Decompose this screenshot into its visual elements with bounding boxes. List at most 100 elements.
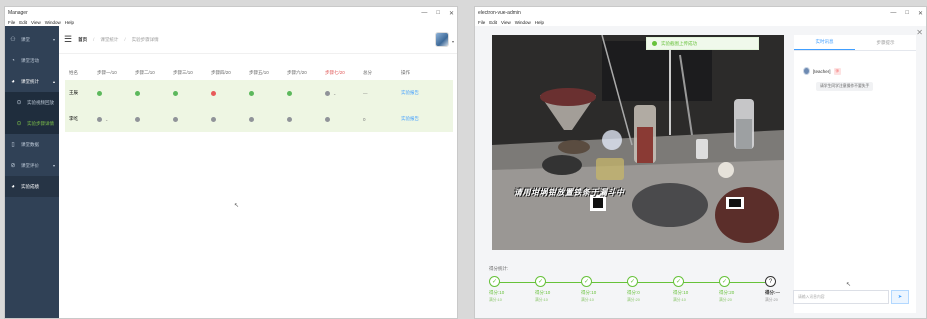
check-icon: ✓ — [489, 276, 500, 287]
menu-edit[interactable]: Edit — [489, 20, 497, 25]
pie-icon: ◕ — [11, 78, 15, 85]
menu-window[interactable]: Window — [45, 20, 61, 25]
lab-report-link[interactable]: 实验报告 — [397, 116, 443, 122]
sidebar-item-label: 课堂活动 — [21, 57, 39, 63]
title-bar: electron-vue-admin — □ ✕ — [475, 7, 926, 19]
maximize-button[interactable]: □ — [436, 10, 440, 17]
menu-help[interactable]: Help — [65, 20, 74, 25]
step-item: ✓ 得分:10 满分:10 — [489, 276, 529, 303]
teacher-badge: 师 — [833, 67, 842, 75]
success-icon[interactable] — [249, 90, 254, 96]
header-action: 操作 — [401, 70, 410, 75]
message-input[interactable]: 请输入讯息内容 — [793, 290, 889, 304]
pie-icon: ◕ — [11, 183, 15, 190]
success-icon[interactable] — [287, 90, 292, 96]
minimize-button[interactable]: — — [421, 10, 427, 17]
step-status-cell — [245, 90, 283, 96]
send-icon: ➤ — [897, 294, 903, 300]
window-title: Manager — [8, 10, 28, 16]
header-step3: 步骤三/10 — [173, 70, 193, 75]
breadcrumb-item[interactable]: 课堂统计 — [100, 37, 118, 43]
check-icon: ✓ — [581, 276, 592, 287]
mouse-cursor-icon: ↖ — [846, 282, 852, 288]
send-button[interactable]: ➤ — [891, 290, 909, 304]
sidebar-item-data[interactable]: ▯ 课堂数据 — [5, 134, 59, 155]
close-icon[interactable]: ✕ — [916, 28, 923, 37]
sidebar-item-scores[interactable]: ◕ 实验成绩 — [5, 176, 59, 197]
menu-bar: File Edit View Window Help — [5, 19, 457, 26]
sidebar-item-label: 课堂 — [21, 36, 30, 42]
step-max-score: 满分:20 — [627, 298, 640, 302]
step-status-cell: ⌄ — [93, 116, 131, 122]
chevron-down-icon[interactable]: ⌄ — [105, 117, 108, 122]
pending-icon[interactable] — [325, 90, 330, 96]
close-button[interactable]: ✕ — [918, 10, 923, 17]
breadcrumb-home[interactable]: 首页 — [78, 37, 87, 43]
message-bubble: 请学生同学注意操作不要失手 — [816, 82, 874, 91]
main-content: ☰ 首页 / 课堂统计 / 实验步骤详情 ▾ 姓名 步骤一/10 步骤二/10 … — [59, 26, 457, 318]
step-item: ✓ 得分:10 满分:10 — [673, 276, 713, 303]
close-button[interactable]: ✕ — [449, 10, 454, 17]
sidebar-item-activities[interactable]: ◔ 课堂活动 — [5, 50, 59, 71]
tab-step-hints[interactable]: 步骤提示 — [855, 35, 916, 50]
chevron-down-icon[interactable]: ⌄ — [333, 91, 336, 96]
hamburger-icon[interactable]: ☰ — [64, 34, 72, 45]
student-name: 李屹 — [69, 116, 78, 121]
sidebar-item-label: 课堂统计 — [21, 78, 39, 84]
avatar[interactable] — [435, 32, 449, 47]
error-icon[interactable] — [211, 90, 216, 96]
menu-file[interactable]: File — [478, 20, 485, 25]
pending-icon[interactable] — [249, 116, 254, 122]
total-score: 0 — [363, 116, 366, 122]
step-max-score: 满分:10 — [489, 298, 502, 302]
step-item: ✓ 得分:0 满分:20 — [627, 276, 667, 303]
step-max-score: 满分:20 — [719, 298, 732, 302]
pending-icon[interactable] — [211, 116, 216, 122]
sidebar: ⚇ 课堂 ▾ ◔ 课堂活动 ◕ 课堂统计 ▴ ⊙ 实验视频回放 ⊙ 实验步骤详情… — [5, 26, 59, 318]
maximize-button[interactable]: □ — [905, 10, 909, 17]
total-score: — — [363, 90, 368, 96]
student-name: 王辰 — [69, 90, 78, 95]
pending-icon[interactable] — [325, 116, 330, 122]
sidebar-item-label: 实验视频回放 — [27, 99, 54, 105]
check-icon: ✓ — [535, 276, 546, 287]
lab-report-link[interactable]: 实验报告 — [397, 90, 443, 96]
breadcrumb-item: 实验步骤详情 — [131, 36, 159, 42]
step-max-score: 满分:10 — [673, 298, 686, 302]
minimize-button[interactable]: — — [890, 10, 896, 17]
menu-help[interactable]: Help — [535, 20, 544, 25]
menu-bar: File Edit View Window Help — [475, 19, 926, 26]
sidebar-item-label: 实验成绩 — [21, 183, 39, 189]
breadcrumb-separator: / — [124, 37, 126, 42]
step-progress: ✓ 得分:10 满分:10 ✓ 得分:10 满分:10 ✓ 得分:10 满分:10 ✓ 得分:0 满分… — [489, 276, 789, 316]
check-icon: ✓ — [673, 276, 684, 287]
pending-icon[interactable] — [287, 116, 292, 122]
menu-edit[interactable]: Edit — [19, 20, 27, 25]
pending-icon[interactable] — [135, 116, 140, 122]
step-status-cell — [207, 90, 245, 96]
step-item: ✓ 得分:10 满分:10 — [535, 276, 575, 303]
chevron-down-icon: ▾ — [52, 163, 55, 168]
caret-down-icon[interactable]: ▾ — [452, 39, 454, 44]
panel-tabs: 实时讯息 步骤提示 — [794, 35, 916, 51]
menu-view[interactable]: View — [31, 20, 41, 25]
success-icon[interactable] — [173, 90, 178, 96]
sidebar-item-step-details[interactable]: ⊙ 实验步骤详情 — [5, 113, 59, 134]
menu-view[interactable]: View — [501, 20, 511, 25]
pending-icon[interactable] — [173, 116, 178, 122]
sidebar-item-classroom[interactable]: ⚇ 课堂 ▾ — [5, 29, 59, 50]
step-score: 得分:0 — [627, 290, 640, 295]
tab-realtime-messages[interactable]: 实时讯息 — [794, 35, 855, 50]
pending-icon[interactable] — [97, 116, 102, 122]
experiment-video[interactable]: 请用坩埚钳放置铁条于漏斗中 — [492, 35, 784, 250]
sidebar-item-video-replay[interactable]: ⊙ 实验视频回放 — [5, 92, 59, 113]
sidebar-item-statistics[interactable]: ◕ 课堂统计 ▴ — [5, 71, 59, 92]
menu-file[interactable]: File — [8, 20, 15, 25]
user-icon: ⚇ — [10, 37, 16, 43]
step-score: 得分:10 — [489, 290, 505, 295]
desktop: Manager — □ ✕ File Edit View Window Help… — [0, 0, 927, 319]
menu-window[interactable]: Window — [515, 20, 531, 25]
success-icon[interactable] — [135, 90, 140, 96]
sidebar-item-evaluation[interactable]: ⊘ 课堂评价 ▾ — [5, 155, 59, 176]
success-icon[interactable] — [97, 90, 102, 96]
